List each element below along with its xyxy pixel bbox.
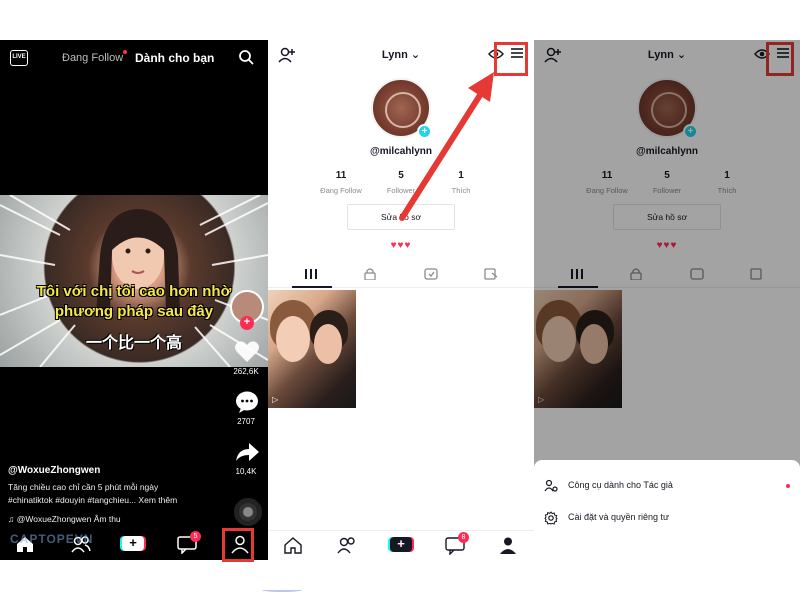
menu-item-settings-privacy[interactable]: Cài đặt và quyền riêng tư	[534, 502, 800, 534]
profile-name: Lynn	[381, 49, 408, 61]
likes-count: 1	[458, 170, 464, 181]
tab-for-you[interactable]: Dành cho bạn	[135, 51, 214, 65]
video-caption-line2: phương pháp sau đây	[54, 303, 214, 320]
inbox-badge: 5	[190, 531, 201, 542]
description-line1: Tăng chiều cao chỉ cần 5 phút mỗi ngày	[8, 482, 159, 492]
search-icon[interactable]	[238, 49, 254, 65]
video-thumbnail[interactable]: ▷	[268, 290, 356, 408]
comment-count: 2707	[237, 417, 255, 426]
profile-menu-screen: Lynn ⌄ + @milcahlynn 11 Đang Follow 5 Fo…	[534, 40, 800, 560]
menu-item-creator-tools[interactable]: Công cụ dành cho Tác giả	[534, 470, 800, 502]
share-icon[interactable]	[234, 440, 260, 464]
menu-bottom-sheet: Công cụ dành cho Tác giả Cài đặt và quyề…	[534, 460, 800, 560]
faint-scribble-mark	[262, 588, 302, 592]
edit-profile-button[interactable]: Sửa hồ sơ	[347, 204, 455, 230]
description-hashtags[interactable]: #chinatiktok #douyin #tangchieu... Xem t…	[8, 494, 228, 507]
play-count-icon: ▷	[272, 395, 279, 404]
new-indicator-dot	[786, 484, 790, 488]
friends-icon[interactable]	[336, 535, 358, 555]
home-icon[interactable]	[282, 535, 304, 555]
watermark-text: CAPTOPEVN	[10, 532, 94, 546]
feed-screen: LIVE Đang Follow Dành cho bạn Tôi với ch…	[0, 40, 268, 560]
inbox-badge: 8	[458, 532, 469, 543]
creator-tools-icon	[544, 479, 558, 492]
music-disc-icon[interactable]	[234, 498, 262, 526]
liked-videos-icon[interactable]	[484, 268, 498, 280]
comment-icon[interactable]	[234, 390, 260, 414]
profile-icon[interactable]	[497, 535, 519, 555]
menu-item-label: Công cụ dành cho Tác giả	[568, 480, 673, 490]
thumbnail-figure	[314, 324, 342, 364]
create-button[interactable]: +	[122, 536, 144, 551]
video-description[interactable]: Tăng chiều cao chỉ cần 5 phút mỗi ngày #…	[8, 481, 228, 507]
bio-hearts: ♥♥♥	[390, 240, 412, 251]
video-caption-line1: Tôi với chị tôi cao hơn nhờ	[36, 283, 232, 300]
follow-plus-icon[interactable]: +	[240, 316, 254, 330]
highlight-profile-tab	[222, 528, 254, 562]
bottom-nav-light: + 8	[268, 530, 534, 560]
share-count: 10,4K	[235, 467, 257, 476]
tab-following[interactable]: Đang Follow	[62, 52, 123, 64]
menu-item-label: Cài đặt và quyền riêng tư	[568, 512, 670, 522]
feed-top-bar: LIVE Đang Follow Dành cho bạn	[0, 46, 268, 70]
avatar-add-icon[interactable]: +	[417, 124, 432, 139]
videos-grid-icon[interactable]	[304, 268, 318, 280]
likes-label: Thích	[451, 186, 471, 195]
profile-screen: Lynn ⌄ + @milcahlynn 11 Đang Follow 5 Fo…	[268, 40, 534, 560]
video-author[interactable]: @WoxueZhongwen	[8, 465, 100, 476]
like-count: 262,6K	[233, 367, 259, 376]
create-button[interactable]: +	[390, 537, 412, 552]
lock-icon[interactable]	[363, 268, 377, 280]
live-icon[interactable]: LIVE	[10, 50, 28, 66]
music-label[interactable]: ♫ @WoxueZhongwen Âm thu	[8, 514, 121, 524]
profile-handle: @milcahlynn	[370, 146, 432, 157]
active-tab-indicator	[292, 286, 332, 288]
thumbnail-figure	[276, 316, 310, 362]
video-frame[interactable]: Tôi với chị tôi cao hơn nhờ phương pháp …	[0, 195, 268, 367]
gear-icon	[544, 511, 558, 525]
highlight-menu-button	[494, 42, 528, 76]
stat-likes[interactable]: 1 Thích	[426, 170, 496, 195]
notification-dot	[123, 50, 127, 54]
video-caption-chinese: 一个比一个高	[85, 335, 182, 352]
chevron-down-icon: ⌄	[407, 49, 421, 61]
reposts-icon[interactable]	[424, 268, 438, 280]
heart-icon[interactable]	[234, 340, 260, 364]
profile-tabs	[268, 262, 534, 288]
tutorial-composite: LIVE Đang Follow Dành cho bạn Tôi với ch…	[0, 0, 800, 600]
